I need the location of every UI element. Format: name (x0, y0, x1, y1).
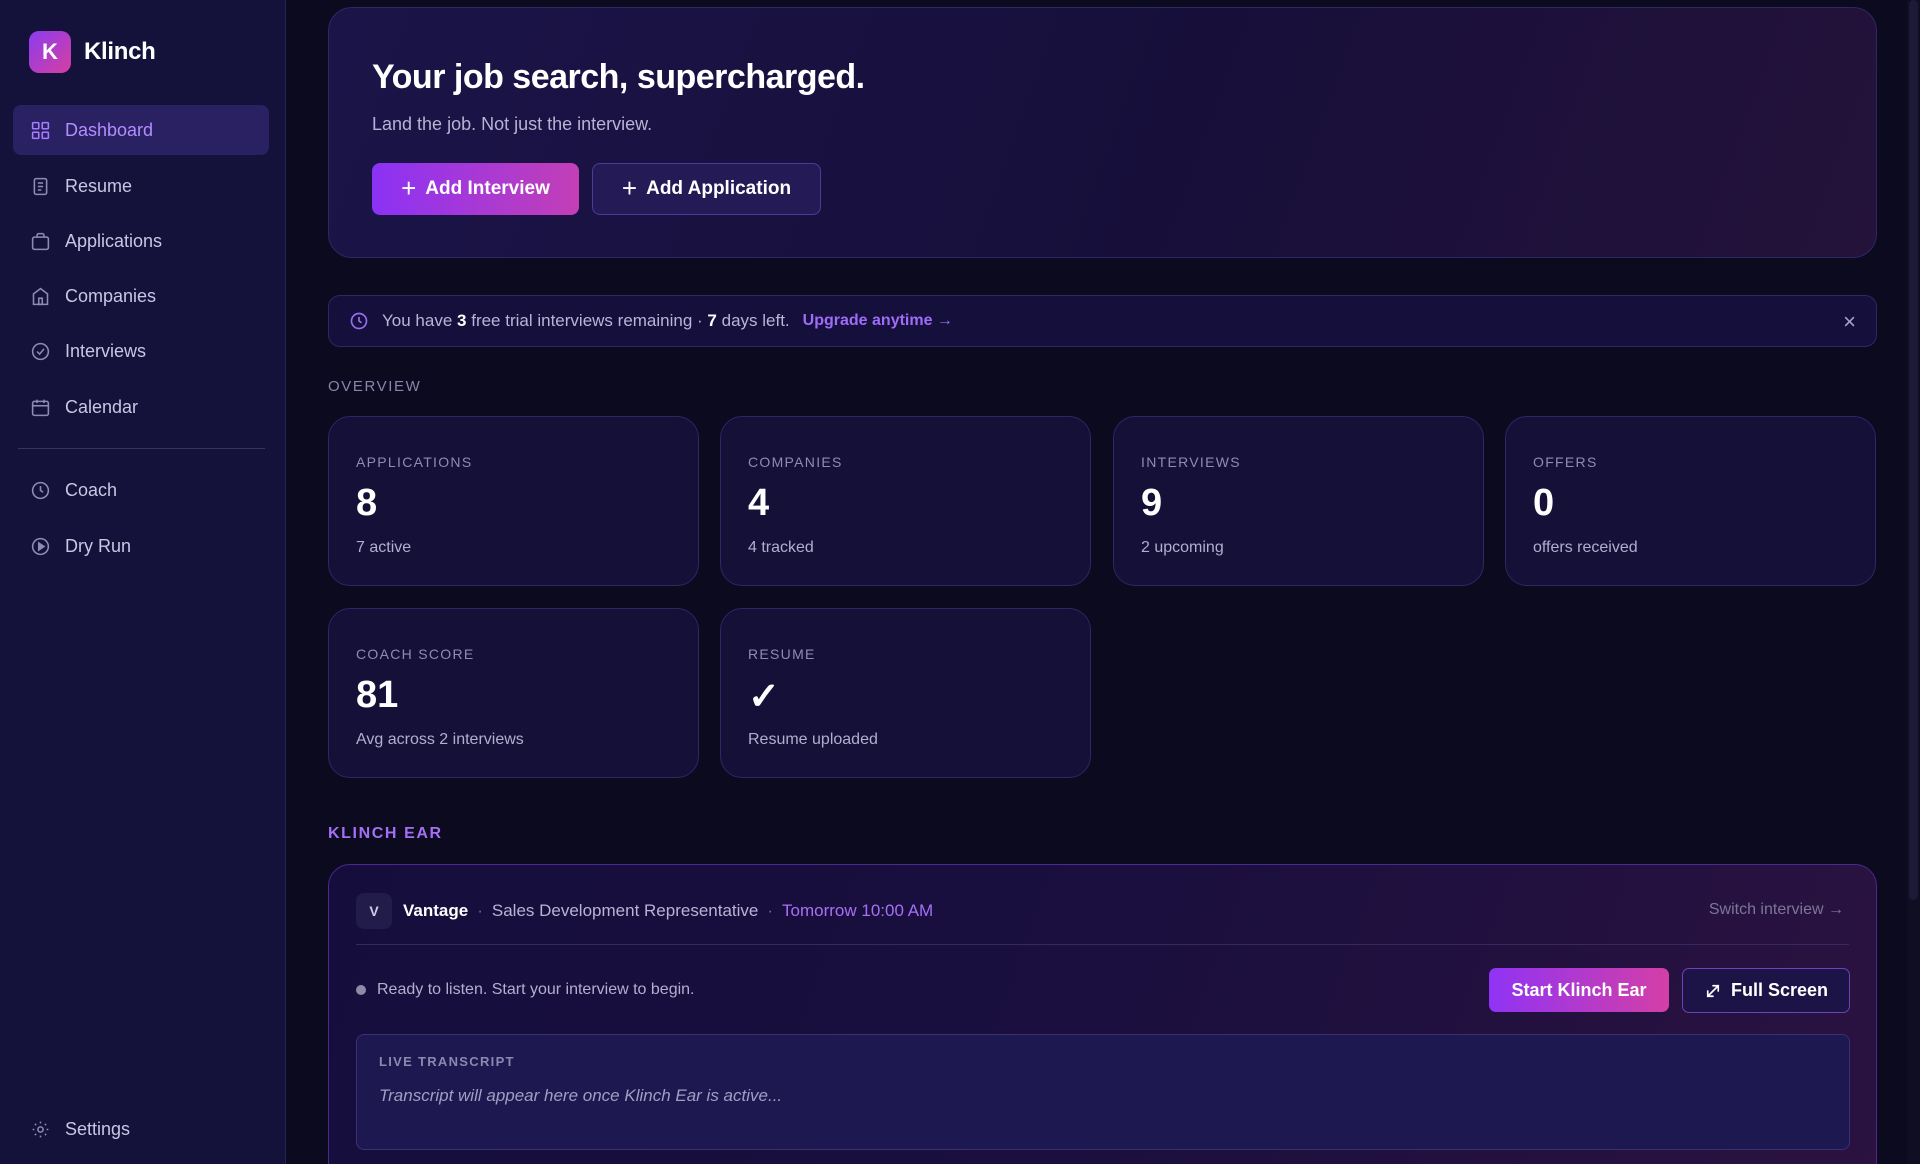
transcript-label: LIVE TRANSCRIPT (379, 1054, 515, 1069)
sidebar-item-label: Calendar (65, 396, 139, 417)
play-circle-icon (29, 535, 51, 557)
stat-card-coach-score[interactable]: COACH SCORE 81 Avg across 2 interviews (328, 608, 699, 778)
sidebar-item-applications[interactable]: Applications (13, 216, 269, 266)
status-text: Ready to listen. Start your interview to… (377, 981, 695, 998)
sidebar-item-interviews[interactable]: Interviews (13, 326, 269, 376)
calendar-icon (29, 396, 51, 418)
sidebar-item-resume[interactable]: Resume (13, 161, 269, 211)
brand[interactable]: K Klinch (29, 31, 156, 73)
stat-label: COMPANIES (748, 454, 843, 470)
clock-icon (349, 311, 369, 331)
clock-icon (29, 479, 51, 501)
page-title: Your job search, supercharged. (372, 58, 865, 96)
stat-label: RESUME (748, 646, 816, 662)
brand-name: Klinch (84, 38, 156, 65)
sidebar-item-settings[interactable]: Settings (13, 1104, 269, 1154)
klinch-ear-label: KLINCH EAR (328, 825, 443, 842)
add-application-label: Add Application (646, 178, 792, 199)
company-name: Vantage (403, 901, 469, 920)
stat-sub: 7 active (356, 539, 412, 556)
stat-sub: offers received (1533, 539, 1638, 556)
stat-card-offers[interactable]: OFFERS 0 offers received (1505, 416, 1876, 586)
trial-days-count: 7 (707, 311, 717, 330)
stat-sub: 4 tracked (748, 539, 814, 556)
stat-value: 9 (1141, 482, 1163, 524)
sidebar-item-dashboard[interactable]: Dashboard (13, 105, 269, 155)
sidebar-item-dry-run[interactable]: Dry Run (13, 521, 269, 571)
check-circle-icon (29, 340, 51, 362)
add-application-button[interactable]: + Add Application (592, 163, 821, 215)
full-screen-label: Full Screen (1730, 980, 1829, 1000)
sidebar: K Klinch Dashboard Resume Applications C… (0, 0, 286, 1164)
stat-card-applications[interactable]: APPLICATIONS 8 7 active (328, 416, 699, 586)
trial-prefix: You have (382, 311, 453, 330)
status-dot (356, 985, 366, 995)
switch-interview-link[interactable]: Switch interview → (1709, 901, 1844, 919)
sidebar-item-label: Applications (65, 230, 163, 251)
checkmark-icon: ✓ (748, 676, 780, 718)
close-icon[interactable]: × (1843, 309, 1856, 335)
role-title: Sales Development Representative (491, 901, 759, 920)
start-klinch-ear-button[interactable]: Start Klinch Ear (1489, 968, 1669, 1012)
stat-value: 0 (1533, 482, 1555, 524)
brand-logo: K (29, 31, 71, 73)
grid-icon (29, 119, 51, 141)
listening-status: Ready to listen. Start your interview to… (356, 981, 695, 999)
stat-sub: Resume uploaded (748, 731, 878, 748)
company-avatar: V (356, 893, 392, 929)
sidebar-item-companies[interactable]: Companies (13, 271, 269, 321)
stat-sub: 2 upcoming (1141, 539, 1224, 556)
document-icon (29, 175, 51, 197)
add-interview-button[interactable]: + Add Interview (372, 163, 579, 215)
sidebar-item-coach[interactable]: Coach (13, 465, 269, 515)
building-icon (29, 285, 51, 307)
full-screen-button[interactable]: Full Screen (1682, 968, 1850, 1013)
upgrade-link[interactable]: Upgrade anytime → (803, 312, 953, 330)
briefcase-icon (29, 230, 51, 252)
stat-value: 8 (356, 482, 378, 524)
sidebar-item-label: Dry Run (65, 535, 132, 556)
interview-time: Tomorrow 10:00 AM (782, 901, 934, 920)
live-transcript[interactable]: LIVE TRANSCRIPT Transcript will appear h… (356, 1034, 1850, 1150)
sidebar-item-label: Companies (65, 285, 157, 306)
scrollbar[interactable] (1907, 0, 1920, 1164)
trial-interviews-count: 3 (457, 311, 467, 330)
sidebar-item-label: Settings (65, 1118, 131, 1139)
add-interview-label: Add Interview (425, 178, 550, 199)
separator: · (477, 901, 483, 920)
gear-icon (29, 1118, 51, 1140)
sidebar-item-calendar[interactable]: Calendar (13, 382, 269, 432)
stat-label: OFFERS (1533, 454, 1598, 470)
sidebar-item-label: Resume (65, 175, 133, 196)
trial-middle: free trial interviews remaining · (471, 311, 703, 330)
stat-card-companies[interactable]: COMPANIES 4 4 tracked (720, 416, 1091, 586)
divider (356, 944, 1849, 945)
interview-header: V Vantage · Sales Development Representa… (356, 893, 933, 929)
stat-label: COACH SCORE (356, 646, 475, 662)
transcript-placeholder: Transcript will appear here once Klinch … (379, 1086, 783, 1105)
stat-label: INTERVIEWS (1141, 454, 1241, 470)
sidebar-item-label: Coach (65, 479, 118, 500)
sidebar-divider (18, 448, 265, 449)
klinch-ear-panel: V Vantage · Sales Development Representa… (328, 864, 1877, 1164)
plus-icon: + (621, 172, 638, 203)
stat-label: APPLICATIONS (356, 454, 473, 470)
sidebar-item-label: Interviews (65, 340, 147, 361)
separator: · (767, 901, 774, 920)
hero-subtitle: Land the job. Not just the interview. (372, 114, 653, 134)
trial-banner: You have 3 free trial interviews remaini… (328, 295, 1877, 347)
trial-suffix: days left. (721, 311, 790, 330)
plus-icon: + (401, 172, 417, 203)
stat-value: 81 (356, 674, 399, 716)
sidebar-item-label: Dashboard (65, 119, 154, 140)
stat-card-interviews[interactable]: INTERVIEWS 9 2 upcoming (1113, 416, 1484, 586)
expand-icon (1706, 984, 1720, 997)
hero-card: Your job search, supercharged. Land the … (328, 7, 1877, 258)
scrollbar-thumb[interactable] (1909, 0, 1918, 900)
stat-card-resume[interactable]: RESUME ✓ Resume uploaded (720, 608, 1091, 778)
stat-value: 4 (748, 482, 770, 524)
overview-label: OVERVIEW (328, 378, 422, 395)
stat-sub: Avg across 2 interviews (356, 731, 524, 748)
